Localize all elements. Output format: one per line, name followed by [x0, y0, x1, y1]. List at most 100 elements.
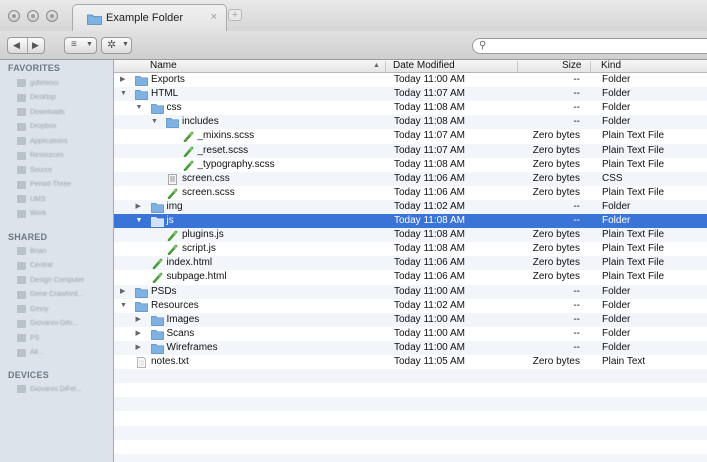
file-date: Today 11:07 AM — [394, 130, 465, 142]
sidebar-item-icon — [17, 348, 26, 357]
minimize-window-button[interactable] — [27, 10, 39, 22]
sidebar-item-shared[interactable]: Gene Crawford... — [17, 290, 84, 303]
file-kind: Folder — [602, 102, 631, 114]
disclosure-closed-icon[interactable]: ▶ — [120, 73, 125, 87]
disclosure-closed-icon[interactable]: ▶ — [136, 313, 141, 327]
sidebar-item-shared[interactable]: Ginny — [17, 305, 48, 317]
sidebar-item-label: Gene Crawford... — [30, 291, 84, 298]
sidebar-item-shared[interactable]: Giovanni-Difo... — [17, 319, 78, 332]
sidebar-item-favorites[interactable]: Desktop — [17, 93, 56, 106]
file-kind: Plain Text File — [602, 271, 665, 283]
file-row[interactable]: ▶ Scans Today 11:00 AM -- Folder — [114, 327, 707, 341]
sidebar-item-favorites[interactable]: Dropbox — [17, 122, 56, 135]
sidebar-item-icon — [17, 290, 26, 299]
sidebar-item-shared[interactable]: Central — [17, 261, 53, 274]
sidebar-item-shared[interactable]: Design Computer — [17, 276, 84, 288]
sidebar-item-icon — [17, 319, 26, 328]
file-size: Zero bytes — [532, 172, 580, 184]
file-row[interactable]: screen.scss Today 11:06 AM Zero bytes Plain… — [114, 186, 707, 200]
file-row[interactable]: ▼ HTML Today 11:07 AM -- Folder — [114, 87, 707, 102]
file-row[interactable]: ▼ Resources Today 11:02 AM -- Folder — [114, 299, 707, 313]
sidebar-item-shared[interactable]: Brian — [17, 247, 46, 259]
file-row[interactable]: index.html Today 11:06 AM Zero bytes Plain … — [114, 256, 707, 271]
back-arrow-icon[interactable]: ◀ — [13, 40, 20, 51]
disclosure-closed-icon[interactable]: ▶ — [136, 327, 141, 341]
sidebar-item-shared[interactable]: PS — [17, 334, 39, 346]
disclosure-open-icon[interactable]: ▼ — [120, 299, 127, 313]
file-kind: Plain Text File — [602, 144, 665, 156]
action-button[interactable]: ✲ ▼ — [101, 37, 132, 54]
zoom-window-button[interactable] — [46, 10, 58, 22]
file-row[interactable]: ▼ js Today 11:08 AM -- Folder — [114, 214, 707, 228]
tab-example-folder[interactable]: Example Folder × — [72, 4, 227, 31]
disclosure-open-icon[interactable]: ▼ — [136, 214, 143, 228]
disclosure-closed-icon[interactable]: ▶ — [120, 285, 125, 299]
disclosure-open-icon[interactable]: ▼ — [120, 87, 127, 101]
forward-arrow-icon[interactable]: ▶ — [32, 40, 39, 51]
date-column-header[interactable]: Date Modified — [393, 60, 455, 71]
file-row[interactable]: ▶ Wireframes Today 11:00 AM -- Folder — [114, 340, 707, 355]
tab-close-button[interactable]: × — [211, 11, 217, 23]
back-forward-control: ◀ ▶ — [7, 37, 45, 54]
sidebar-item-favorites[interactable]: Source — [17, 166, 52, 178]
file-row[interactable]: ▶ PSDs Today 11:00 AM -- Folder — [114, 284, 707, 299]
kind-column-header[interactable]: Kind — [601, 60, 621, 71]
folder-icon — [135, 287, 148, 298]
file-row[interactable]: screen.css Today 11:06 AM Zero bytes CSS — [114, 171, 707, 186]
name-column-header[interactable]: Name — [150, 60, 177, 71]
empty-row — [114, 453, 707, 462]
file-size: Zero bytes — [532, 144, 580, 156]
empty-row — [114, 411, 707, 425]
file-row[interactable]: script.js Today 11:08 AM Zero bytes Plain T… — [114, 242, 707, 256]
file-row[interactable]: ▶ img Today 11:02 AM -- Folder — [114, 199, 707, 214]
file-size: -- — [573, 200, 580, 212]
file-date: Today 11:08 AM — [394, 102, 465, 114]
file-row[interactable]: _reset.scss Today 11:07 AM Zero bytes Plain… — [114, 143, 707, 158]
sidebar-item-favorites[interactable]: Work — [17, 209, 47, 222]
file-row[interactable]: notes.txt Today 11:05 AM Zero bytes Plain T… — [114, 355, 707, 369]
new-tab-button[interactable]: + — [228, 9, 242, 21]
sidebar-item-devices[interactable]: Giovanni DiFel... — [17, 385, 82, 397]
file-name: notes.txt — [151, 356, 189, 367]
sidebar-item-favorites[interactable]: UMS — [17, 195, 46, 207]
file-name: img — [166, 200, 183, 212]
file-row[interactable]: ▼ includes Today 11:08 AM -- Folder — [114, 115, 707, 130]
view-options-button[interactable]: ≡ ▼ — [64, 37, 97, 54]
file-date: Today 11:06 AM — [394, 271, 465, 283]
sidebar-item-favorites[interactable]: Applications — [17, 137, 68, 149]
gear-icon: ✲ — [107, 39, 117, 51]
file-kind: Folder — [602, 299, 631, 311]
file-kind: Folder — [602, 88, 631, 100]
file-size: -- — [573, 327, 580, 339]
file-row[interactable]: plugins.js Today 11:08 AM Zero bytes Plain … — [114, 228, 707, 243]
sidebar-item-favorites[interactable]: Resources — [17, 151, 63, 164]
file-date: Today 11:07 AM — [394, 88, 465, 100]
close-window-button[interactable] — [8, 10, 20, 22]
sidebar-item-favorites[interactable]: Downloads — [17, 108, 65, 120]
sidebar-item-icon — [17, 305, 26, 313]
sidebar-item-icon — [17, 122, 26, 131]
file-row[interactable]: _mixins.scss Today 11:07 AM Zero bytes Plai… — [114, 129, 707, 143]
sidebar-item-label: Work — [30, 210, 47, 217]
sidebar-item-favorites[interactable]: gdfeterici — [17, 79, 58, 91]
disclosure-closed-icon[interactable]: ▶ — [136, 200, 141, 214]
file-date: Today 11:02 AM — [394, 299, 465, 311]
disclosure-closed-icon[interactable]: ▶ — [136, 341, 141, 355]
disclosure-open-icon[interactable]: ▼ — [151, 115, 158, 129]
size-column-header[interactable]: Size — [562, 60, 581, 71]
js-file-icon — [167, 244, 178, 256]
file-row[interactable]: subpage.html Today 11:06 AM Zero bytes Plai… — [114, 270, 707, 284]
file-row[interactable]: _typography.scss Today 11:08 AM Zero bytes… — [114, 158, 707, 172]
disclosure-open-icon[interactable]: ▼ — [136, 101, 143, 115]
file-row[interactable]: ▶ Images Today 11:00 AM -- Folder — [114, 312, 707, 327]
file-kind: Folder — [602, 341, 631, 353]
sidebar-item-label: Applications — [30, 137, 68, 145]
sidebar-item-shared[interactable]: All... — [17, 348, 44, 361]
sidebar-shared-header: SHARED — [8, 232, 48, 242]
sidebar-item-favorites[interactable]: Period-Three — [17, 180, 71, 193]
file-kind: Plain Text File — [602, 257, 665, 269]
search-field[interactable]: ⚲ — [472, 38, 707, 54]
file-row[interactable]: ▼ css Today 11:08 AM -- Folder — [114, 101, 707, 115]
file-row[interactable]: ▶ Exports Today 11:00 AM -- Folder — [114, 73, 707, 87]
finder-window: Example Folder × + ◀ ▶ ≡ ▼ ✲ ▼ ⚲ FAVORIT… — [0, 0, 707, 462]
